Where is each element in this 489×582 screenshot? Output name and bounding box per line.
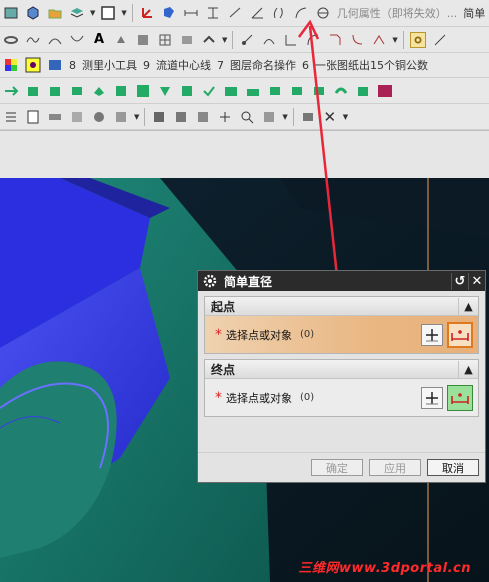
dialog-title: 简单直径 (224, 274, 273, 289)
ok-button[interactable]: 确定 (311, 459, 363, 476)
cancel-button[interactable]: 取消 (427, 459, 479, 476)
point-on-line-icon (451, 392, 469, 404)
start-point-section: 起点 ▲ * 选择点或对象 (0) (204, 296, 479, 354)
collapse-up-icon[interactable]: ▲ (458, 360, 478, 378)
end-point-count: (0) (300, 392, 315, 403)
end-point-section: 终点 ▲ * 选择点或对象 (0) (204, 359, 479, 417)
reset-icon[interactable]: ↺ (451, 272, 468, 290)
point-constructor-icon (426, 391, 438, 404)
simple-diameter-dialog: 简单直径 ↺ ✕ 起点 ▲ * 选择点或对象 (0) 终点 ▲ * 选择点或对象… (197, 270, 486, 483)
dialog-footer: 确定 应用 取消 (198, 452, 485, 482)
start-point-count: (0) (300, 329, 315, 340)
point-constructor-button[interactable] (421, 323, 443, 346)
apply-button[interactable]: 应用 (369, 459, 421, 476)
end-point-header[interactable]: 终点 ▲ (205, 360, 478, 379)
collapse-up-icon[interactable]: ▲ (458, 297, 478, 315)
start-point-selector[interactable]: * 选择点或对象 (0) (205, 316, 478, 353)
required-asterisk-icon: * (215, 389, 222, 406)
point-on-line-icon (451, 329, 469, 341)
end-point-label: 终点 (211, 362, 236, 377)
close-icon[interactable]: ✕ (468, 272, 485, 290)
watermark: 三维网www.3dportal.cn (298, 561, 471, 576)
start-point-prompt: 选择点或对象 (226, 328, 292, 342)
point-constructor-button[interactable] (421, 386, 443, 409)
gear-icon[interactable] (202, 273, 218, 289)
point-type-button[interactable] (447, 321, 473, 348)
start-point-label: 起点 (211, 299, 236, 314)
required-asterisk-icon: * (215, 326, 222, 343)
end-point-prompt: 选择点或对象 (226, 391, 292, 405)
point-constructor-icon (426, 328, 438, 341)
end-point-selector[interactable]: * 选择点或对象 (0) (205, 379, 478, 416)
point-type-button[interactable] (447, 384, 473, 411)
start-point-header[interactable]: 起点 ▲ (205, 297, 478, 316)
dialog-title-bar[interactable]: 简单直径 ↺ ✕ (198, 271, 485, 291)
